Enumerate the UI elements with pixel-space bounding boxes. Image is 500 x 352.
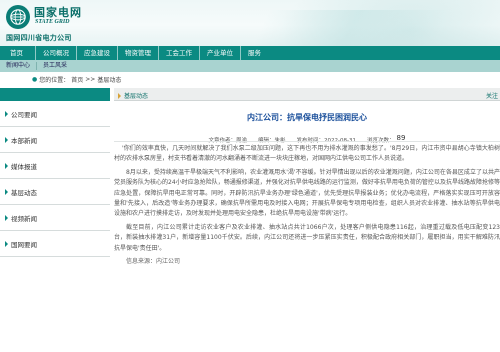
article-paragraph: 8月以来，受持续高温干旱极端天气不利影响，农业灌溉用水'渴'不容缓。针对旱情出现… [114, 168, 500, 218]
article-body: '你们的效率真快，几天时间就解决了我们水泵二级加压问题，这下再也不用为排水灌溉的… [114, 144, 500, 270]
triangle-bullet-icon [5, 162, 8, 169]
subnav-item-news-center[interactable]: 新闻中心 [0, 60, 36, 72]
article-paragraph: 截至目前，内江公司累计走访农业客户及农业排灌、抽水站点共计1066户次，处理客户… [114, 223, 500, 252]
breadcrumb-separator: >> [85, 76, 96, 83]
sidebar: 公司要闻 本部新闻 媒体报道 基层动态 视频新闻 国网要闻 [0, 88, 110, 257]
article-title: 内江公司：抗旱保电抒民困润民心 [247, 113, 367, 122]
sidebar-item-hq-news[interactable]: 本部新闻 [0, 127, 110, 153]
nav-item-service[interactable]: 服务 [241, 46, 268, 60]
article-meta: 文章作者：周渝 编辑：朱彬 发布时间：2022-08-31 浏览次数：89 [114, 134, 500, 144]
brand-name-cn: 国家电网 [34, 6, 82, 19]
nav-item-materials[interactable]: 物资管理 [118, 46, 158, 60]
sidebar-item-label: 媒体报道 [11, 162, 37, 171]
sub-nav: 新闻中心 员工风采 [0, 60, 500, 72]
nav-item-home[interactable]: 首页 [0, 46, 35, 60]
sidebar-item-label: 本部新闻 [11, 136, 37, 145]
state-grid-logo-icon[interactable] [6, 5, 30, 29]
sidebar-item-sgcc-news[interactable]: 国网要闻 [0, 231, 110, 257]
breadcrumb-current-link[interactable]: 基层动态 [97, 75, 121, 84]
sidebar-item-media[interactable]: 媒体报道 [0, 153, 110, 179]
header-decoration-stripe [250, 10, 450, 46]
sidebar-item-video[interactable]: 视频新闻 [0, 205, 110, 231]
nav-item-industry[interactable]: 产业单位 [200, 46, 240, 60]
content-tab-label: 基层动态 [124, 93, 149, 100]
sidebar-item-company-news[interactable]: 公司要闻 [0, 101, 110, 127]
triangle-bullet-icon [5, 188, 8, 195]
brand-name-en: STATE GRID [35, 19, 70, 25]
brand-subtitle: 国网四川省电力公司 [6, 34, 72, 42]
main-content: 基层动态 关注 内江公司：抗旱保电抒民困润民心 文章作者：周渝 编辑：朱彬 发布… [114, 88, 500, 352]
sidebar-item-label: 公司要闻 [11, 110, 37, 119]
nav-item-union[interactable]: 工会工作 [159, 46, 199, 60]
location-pin-icon: ● [32, 76, 38, 83]
triangle-bullet-icon [5, 110, 8, 117]
breadcrumb-home-link[interactable]: 首页 [71, 75, 83, 84]
article-paragraph: '你们的效率真快，几天时间就解决了我们水泵二级加压问题，这下再也不用为排水灌溉的… [114, 145, 500, 163]
meta-divider [114, 141, 500, 142]
main-nav: 首页 公司概况 应急建设 物资管理 工会工作 产业单位 服务 [0, 46, 500, 60]
content-tab-bar: 基层动态 关注 [114, 88, 500, 101]
site-header: 国家电网 STATE GRID 国网四川省电力公司 [0, 0, 500, 46]
nav-item-emergency[interactable]: 应急建设 [77, 46, 117, 60]
sidebar-header [0, 88, 110, 101]
article-byline: 信息来源：内江公司 [126, 258, 181, 266]
nav-item-company-overview[interactable]: 公司概况 [36, 46, 76, 60]
triangle-bullet-icon [5, 240, 8, 247]
triangle-bullet-icon [5, 214, 8, 221]
sidebar-item-label: 基层动态 [11, 188, 37, 197]
triangle-arrow-icon [118, 92, 121, 99]
sidebar-item-label: 视频新闻 [11, 214, 37, 223]
breadcrumb: ● 您的位置： 首页 >> 基层动态 [32, 75, 121, 84]
triangle-bullet-icon [5, 136, 8, 143]
breadcrumb-label: 您的位置： [39, 77, 70, 84]
sidebar-item-grassroots[interactable]: 基层动态 [0, 179, 110, 205]
sidebar-item-label: 国网要闻 [11, 240, 37, 249]
follow-link[interactable]: 关注 [486, 91, 498, 100]
subnav-item-staff[interactable]: 员工风采 [37, 60, 73, 72]
content-tab-grassroots[interactable]: 基层动态 [118, 91, 148, 100]
